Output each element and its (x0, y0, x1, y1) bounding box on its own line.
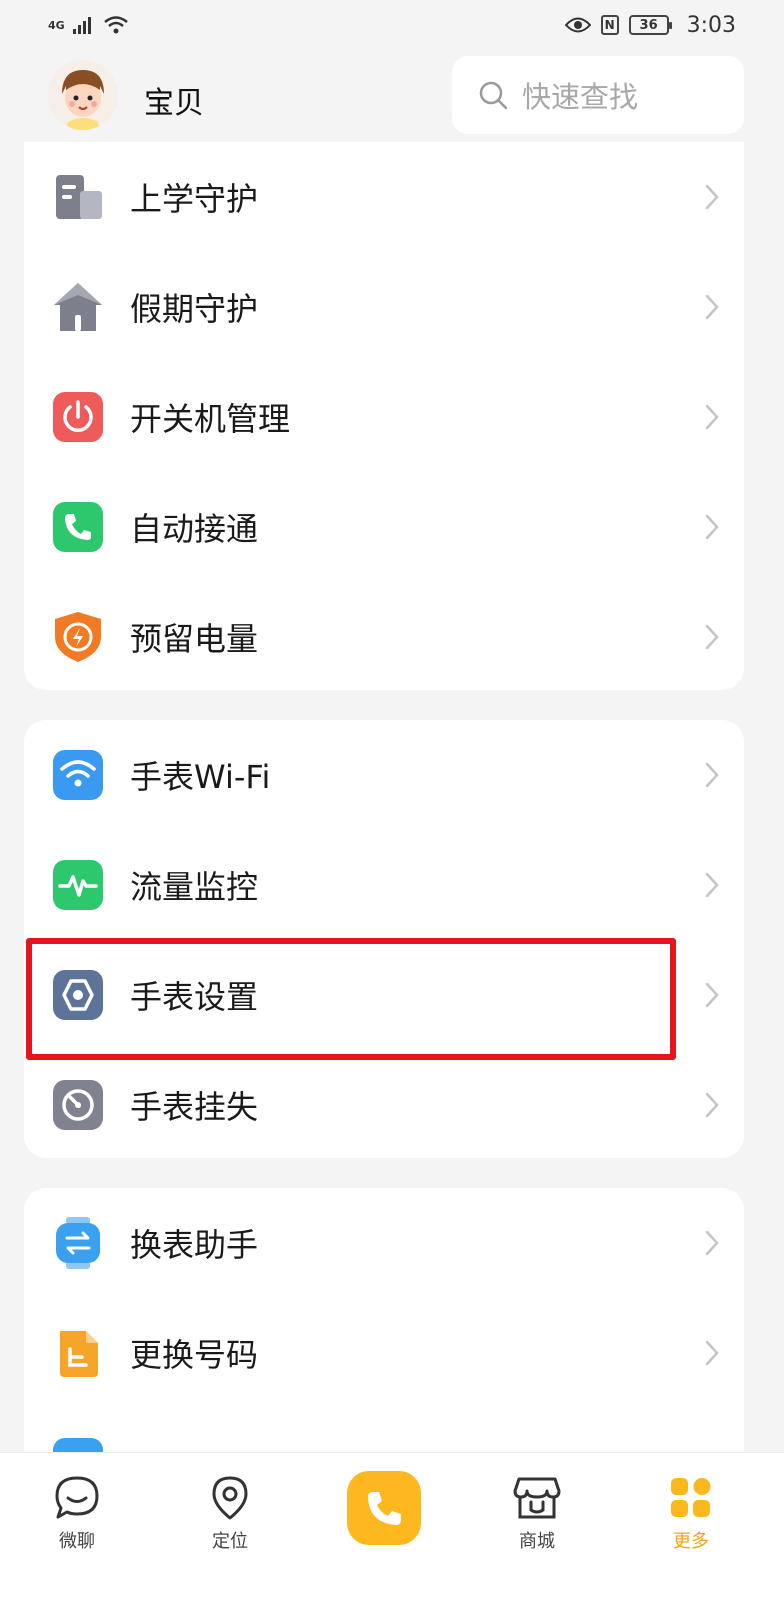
location-pin-icon (212, 1476, 248, 1520)
menu-item-swap-assistant[interactable]: 换表助手 (24, 1188, 744, 1298)
chevron-right-icon (705, 514, 719, 540)
chevron-right-icon (705, 1092, 719, 1118)
gear-icon (53, 970, 103, 1020)
status-bar: 4G N 36 3:03 (0, 0, 784, 50)
lost-watch-icon (53, 1080, 103, 1130)
tab-more[interactable]: 更多 (631, 1475, 751, 1553)
menu-item-watch-wifi[interactable]: 手表Wi-Fi (24, 720, 744, 830)
menu-item-label: 自动接通 (130, 510, 259, 548)
chevron-right-icon (705, 762, 719, 788)
grid-more-icon (671, 1478, 711, 1517)
menu-item-label: 手表Wi-Fi (130, 758, 271, 796)
clock: 3:03 (686, 12, 736, 38)
menu-item-label: 换表助手 (130, 1226, 259, 1264)
chevron-right-icon (705, 294, 719, 320)
avatar[interactable] (48, 60, 118, 130)
tab-label: 定位 (212, 1531, 248, 1552)
sim-card-icon (60, 1331, 98, 1377)
menu-item-label: 开关机管理 (130, 400, 291, 438)
tab-label: 商城 (519, 1531, 555, 1552)
settings-group-switch: 换表助手 更换号码 (24, 1188, 744, 1488)
chevron-right-icon (705, 184, 719, 210)
tab-chat[interactable]: 微聊 (17, 1475, 137, 1553)
search-icon (479, 81, 508, 110)
pulse-icon (53, 860, 103, 910)
menu-item-data-monitor[interactable]: 流量监控 (24, 830, 744, 940)
battery-shield-icon (55, 612, 101, 662)
search-placeholder: 快速查找 (522, 80, 639, 114)
menu-item-label: 假期守护 (130, 290, 259, 328)
menu-item-label: 更换号码 (130, 1336, 259, 1374)
eye-icon (564, 17, 591, 33)
house-icon (54, 283, 102, 331)
menu-item-label: 预留电量 (130, 620, 259, 658)
menu-item-power-management[interactable]: 开关机管理 (24, 362, 744, 472)
menu-item-holiday-guard[interactable]: 假期守护 (24, 252, 744, 362)
tab-label: 微聊 (59, 1531, 95, 1552)
phone-icon (53, 502, 103, 552)
battery-indicator: 36 (628, 15, 672, 35)
menu-item-reserve-battery[interactable]: 预留电量 (24, 582, 744, 690)
search-box[interactable]: 快速查找 (452, 56, 744, 134)
settings-group-watch: 手表Wi-Fi 流量监控 手表设置 手表挂失 (24, 720, 744, 1158)
menu-item-change-number[interactable]: 更换号码 (24, 1298, 744, 1408)
chevron-right-icon (705, 1340, 719, 1366)
menu-item-label: 手表设置 (130, 978, 259, 1016)
child-avatar-icon (48, 60, 118, 130)
signal-icon (72, 17, 91, 34)
school-building-icon (56, 175, 102, 219)
tab-label: 更多 (673, 1531, 709, 1552)
chat-bubble-icon (55, 1476, 99, 1519)
header: 宝贝 快速查找 (0, 56, 784, 140)
menu-item-label: 流量监控 (130, 868, 259, 906)
menu-item-report-lost[interactable]: 手表挂失 (24, 1050, 744, 1158)
user-name[interactable]: 宝贝 (144, 78, 204, 122)
settings-group-guard: 上学守护 假期守护 开关机管理 自动接通 预留电量 (24, 142, 744, 690)
store-icon (513, 1477, 561, 1519)
nfc-icon: N (600, 15, 619, 35)
chevron-right-icon (705, 982, 719, 1008)
status-left: 4G (48, 15, 129, 35)
wifi-status-icon (103, 16, 128, 34)
status-right: N 36 3:03 (564, 12, 736, 38)
call-button[interactable] (347, 1471, 421, 1545)
swap-watch-icon (56, 1217, 100, 1269)
tab-location[interactable]: 定位 (170, 1475, 290, 1553)
network-type: 4G (48, 18, 65, 32)
chevron-right-icon (705, 872, 719, 898)
menu-item-label: 上学守护 (130, 180, 259, 218)
chevron-right-icon (705, 1230, 719, 1256)
chevron-right-icon (705, 404, 719, 430)
power-icon (53, 392, 103, 442)
menu-item-school-guard[interactable]: 上学守护 (24, 142, 744, 252)
chevron-right-icon (705, 624, 719, 650)
menu-item-auto-answer[interactable]: 自动接通 (24, 472, 744, 582)
call-icon (368, 1492, 401, 1525)
menu-item-watch-settings[interactable]: 手表设置 (24, 940, 744, 1050)
wifi-icon (53, 750, 103, 800)
menu-item-label: 手表挂失 (130, 1088, 259, 1126)
bottom-tab-bar: 微聊 定位 商城 更多 (0, 1452, 784, 1600)
tab-store[interactable]: 商城 (477, 1475, 597, 1553)
